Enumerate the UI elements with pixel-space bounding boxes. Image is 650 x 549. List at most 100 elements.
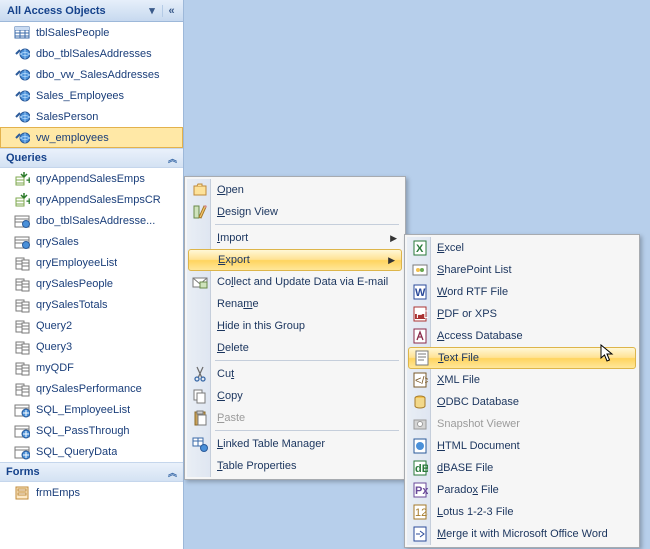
menu-item[interactable]: 123Lotus 1-2-3 File bbox=[407, 501, 637, 523]
query-item[interactable]: qrySalesTotals bbox=[0, 294, 183, 315]
select-query-icon bbox=[14, 339, 30, 355]
menu-item-label: Lotus 1-2-3 File bbox=[437, 506, 513, 518]
table-item[interactable]: SalesPerson bbox=[0, 106, 183, 127]
menu-item: Snapshot Viewer bbox=[407, 413, 637, 435]
nav-header[interactable]: All Access Objects ▾ « bbox=[0, 0, 183, 22]
svg-text:+: + bbox=[26, 175, 30, 187]
query-item[interactable]: myQDF bbox=[0, 357, 183, 378]
query-item[interactable]: Query2 bbox=[0, 315, 183, 336]
menu-item-label: Excel bbox=[437, 242, 464, 254]
export-submenu: XExcelSharePoint ListWWord RTF FilePDFPD… bbox=[404, 234, 640, 548]
menu-item[interactable]: Px Paradox File bbox=[407, 479, 637, 501]
paste-icon bbox=[191, 409, 209, 427]
dbase-icon: dB bbox=[411, 459, 429, 477]
menu-item-label: Snapshot Viewer bbox=[437, 418, 520, 430]
table-item[interactable]: Sales_Employees bbox=[0, 85, 183, 106]
menu-item[interactable]: Open bbox=[187, 179, 403, 201]
section-header-queries[interactable]: Queries ︽ bbox=[0, 148, 183, 168]
nav-title: All Access Objects bbox=[7, 5, 144, 17]
item-label: qryAppendSalesEmpsCR bbox=[36, 194, 161, 206]
svg-text:PDF: PDF bbox=[416, 309, 428, 321]
linked-table-icon bbox=[191, 435, 209, 453]
menu-item[interactable]: PDFPDF or XPS bbox=[407, 303, 637, 325]
queries-list: +qryAppendSalesEmps+qryAppendSalesEmpsCR… bbox=[0, 168, 183, 462]
table-item[interactable]: dbo_tblSalesAddresses bbox=[0, 43, 183, 64]
link-globe-icon bbox=[14, 130, 30, 146]
menu-item[interactable]: Export▶ bbox=[188, 249, 402, 271]
menu-item[interactable]: HTML Document bbox=[407, 435, 637, 457]
query-item[interactable]: dbo_tblSalesAddresse... bbox=[0, 210, 183, 231]
menu-item: Paste bbox=[187, 407, 403, 429]
menu-item[interactable]: Merge it with Microsoft Office Word bbox=[407, 523, 637, 545]
menu-item-label: Access Database bbox=[437, 330, 523, 342]
menu-item[interactable]: Collect and Update Data via E-mail bbox=[187, 271, 403, 293]
nav-collapse-button[interactable]: « bbox=[162, 5, 180, 17]
paradox-icon: Px bbox=[411, 481, 429, 499]
query-item[interactable]: SQL_PassThrough bbox=[0, 420, 183, 441]
menu-item[interactable]: ODBC Database bbox=[407, 391, 637, 413]
menu-item[interactable]: Rename bbox=[187, 293, 403, 315]
select-query-icon bbox=[14, 255, 30, 271]
menu-item[interactable]: Access Database bbox=[407, 325, 637, 347]
menu-item[interactable]: Linked Table Manager bbox=[187, 433, 403, 455]
select-query-icon bbox=[14, 381, 30, 397]
link-globe-icon bbox=[14, 109, 30, 125]
menu-item-label: Collect and Update Data via E-mail bbox=[217, 276, 388, 288]
query-item[interactable]: +qryAppendSalesEmps bbox=[0, 168, 183, 189]
snapshot-icon bbox=[411, 415, 429, 433]
item-label: vw_employees bbox=[36, 132, 109, 144]
query-item[interactable]: qrySales bbox=[0, 231, 183, 252]
menu-item[interactable]: Design View bbox=[187, 201, 403, 223]
query-item[interactable]: SQL_EmployeeList bbox=[0, 399, 183, 420]
nav-filter-dropdown[interactable]: ▾ bbox=[144, 4, 160, 17]
context-menu: OpenDesign View Import▶Export▶ Collect and… bbox=[184, 176, 406, 480]
svg-text:+: + bbox=[26, 196, 30, 208]
query-item[interactable]: qrySalesPerformance bbox=[0, 378, 183, 399]
passthrough-query-icon bbox=[14, 402, 30, 418]
table-item[interactable]: dbo_vw_SalesAddresses bbox=[0, 64, 183, 85]
menu-item[interactable]: SharePoint List bbox=[407, 259, 637, 281]
menu-item[interactable]: </>XML File bbox=[407, 369, 637, 391]
menu-item[interactable]: Copy bbox=[187, 385, 403, 407]
item-label: SalesPerson bbox=[36, 111, 98, 123]
passthrough-query-icon bbox=[14, 423, 30, 439]
open-icon bbox=[191, 181, 209, 199]
query-item[interactable]: + qryAppendSalesEmpsCR bbox=[0, 189, 183, 210]
menu-item[interactable]: dBdBASE File bbox=[407, 457, 637, 479]
select-query-icon bbox=[14, 276, 30, 292]
menu-item[interactable]: Table Properties bbox=[187, 455, 403, 477]
menu-item[interactable]: Cut bbox=[187, 363, 403, 385]
query-item[interactable]: qrySalesPeople bbox=[0, 273, 183, 294]
menu-item[interactable]: Text File bbox=[408, 347, 636, 369]
access-icon bbox=[411, 327, 429, 345]
excel-icon: X bbox=[411, 239, 429, 257]
table-item[interactable]: tblSalesPeople bbox=[0, 22, 183, 43]
menu-item-label: Table Properties bbox=[217, 460, 297, 472]
link-globe-icon bbox=[14, 88, 30, 104]
menu-item[interactable]: X Excel bbox=[407, 237, 637, 259]
sharepoint-icon bbox=[411, 261, 429, 279]
query-item[interactable]: qryEmployeeList bbox=[0, 252, 183, 273]
sql-query-icon bbox=[14, 213, 30, 229]
svg-text:W: W bbox=[415, 287, 426, 299]
form-item[interactable]: frmEmps bbox=[0, 482, 183, 503]
section-header-forms[interactable]: Forms ︽ bbox=[0, 462, 183, 482]
table-icon bbox=[14, 25, 30, 41]
select-query-icon bbox=[14, 318, 30, 334]
submenu-arrow-icon: ▶ bbox=[390, 233, 397, 244]
query-item[interactable]: SQL_QueryData bbox=[0, 441, 183, 462]
xml-icon: </> bbox=[411, 371, 429, 389]
menu-item-label: Rename bbox=[217, 298, 259, 310]
svg-text:X: X bbox=[416, 243, 424, 255]
menu-item[interactable]: Delete bbox=[187, 337, 403, 359]
navigation-pane: All Access Objects ▾ « tblSalesPeopledbo… bbox=[0, 0, 184, 549]
menu-item[interactable]: Hide in this Group bbox=[187, 315, 403, 337]
forms-list: frmEmps bbox=[0, 482, 183, 503]
menu-item[interactable]: Import▶ bbox=[187, 227, 403, 249]
query-item[interactable]: Query3 bbox=[0, 336, 183, 357]
table-item[interactable]: vw_employees bbox=[0, 127, 183, 148]
item-label: qrySalesPerformance bbox=[36, 383, 142, 395]
menu-item[interactable]: WWord RTF File bbox=[407, 281, 637, 303]
workspace: OpenDesign View Import▶Export▶ Collect and… bbox=[184, 0, 650, 549]
menu-item-label: Paradox File bbox=[437, 484, 499, 496]
